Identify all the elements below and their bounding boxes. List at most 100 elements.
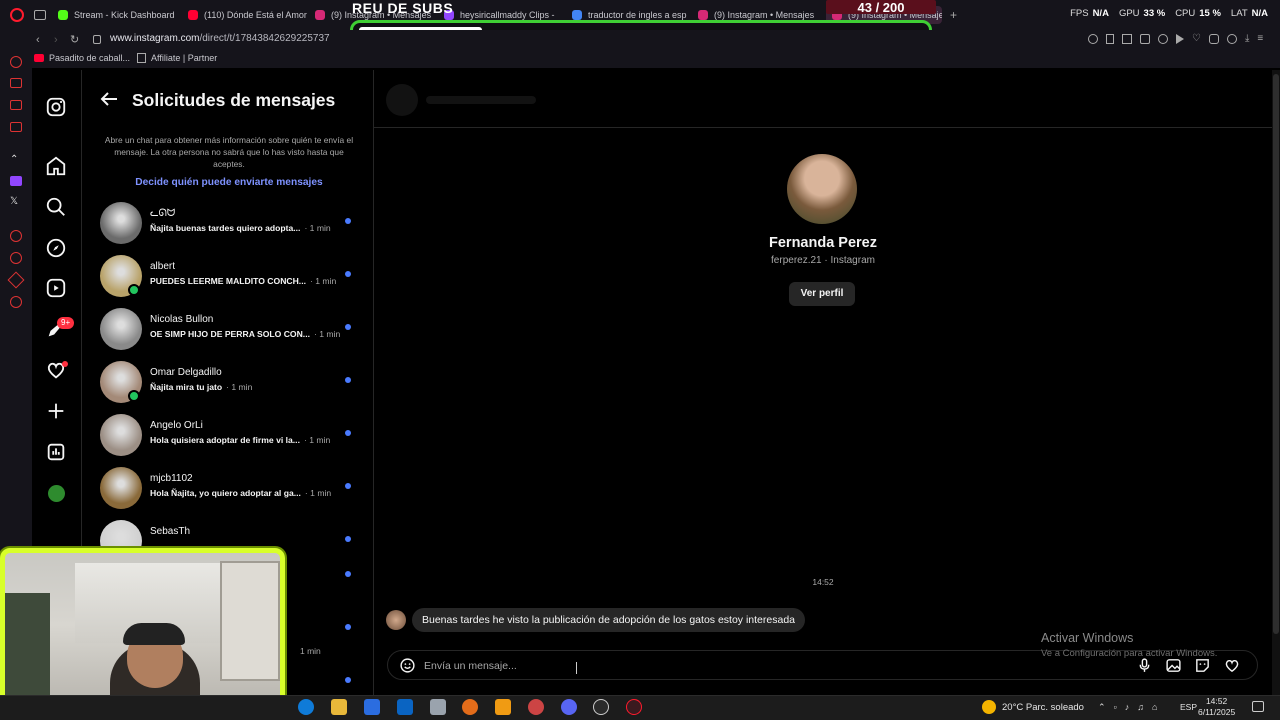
zoom-icon[interactable] xyxy=(1088,34,1098,44)
x-icon[interactable]: 𝕏 xyxy=(10,196,18,207)
who-can-message-link[interactable]: Decide quién puede enviarte mensajes xyxy=(100,177,358,188)
search-icon[interactable] xyxy=(45,196,67,218)
gallery-icon[interactable] xyxy=(1165,657,1182,674)
bag-icon[interactable] xyxy=(10,78,22,88)
play-icon[interactable] xyxy=(1176,34,1184,44)
notifications-tray-icon[interactable] xyxy=(1252,701,1264,712)
forward-icon[interactable]: › xyxy=(54,34,58,46)
unread-dot xyxy=(345,218,351,224)
chat-header xyxy=(374,70,1272,128)
request-item[interactable]: Omar Delgadillo Ñajita mira tu jato · 1 mi… xyxy=(82,359,372,412)
discord-icon[interactable] xyxy=(561,699,577,715)
request-item[interactable]: Nicolas Bullon OE SIMP HIJO DE PERRA SOLO… xyxy=(82,306,372,359)
unread-dot xyxy=(345,430,351,436)
clock-icon[interactable] xyxy=(10,252,22,264)
address-bar-row: ‹ › ↻ www.instagram.com/direct/t/1784384… xyxy=(0,30,1280,50)
browser-tab[interactable]: Stream - Kick Dashboard xyxy=(58,6,182,24)
tab-overview-icon[interactable] xyxy=(34,10,46,20)
store-icon[interactable] xyxy=(364,699,380,715)
arc-icon[interactable]: ⌃ xyxy=(10,154,18,165)
back-arrow-icon[interactable] xyxy=(100,91,118,107)
message-bubble[interactable]: Buenas tardes he visto la publicación de… xyxy=(412,608,805,632)
request-preview: PUEDES LEERME MALDITO CONCH... · 1 min xyxy=(150,276,350,286)
request-avatar[interactable] xyxy=(100,202,142,244)
instagram-logo-icon[interactable] xyxy=(45,96,67,118)
request-item[interactable]: Angelo OrLi Hola quisiera adoptar de firm… xyxy=(82,412,372,465)
tray-icons: ⌃ ▫ ♪ ♫ ⌂ xyxy=(1098,702,1157,713)
vlc-icon[interactable] xyxy=(495,699,511,715)
volume-icon[interactable]: ♫ xyxy=(1137,702,1144,713)
profile-avatar[interactable] xyxy=(787,154,857,224)
webcam-cap xyxy=(123,623,185,645)
record-icon[interactable] xyxy=(10,230,22,242)
app-icon[interactable] xyxy=(528,699,544,715)
extensions-icon[interactable] xyxy=(1208,34,1219,44)
request-avatar[interactable] xyxy=(100,414,142,456)
chevron-up-icon[interactable]: ⌃ xyxy=(1098,702,1106,713)
menu-icon[interactable]: ≡ xyxy=(1257,34,1263,44)
request-avatar[interactable] xyxy=(100,308,142,350)
message-input[interactable] xyxy=(424,657,1024,674)
page-scrollbar-thumb[interactable] xyxy=(1273,74,1279,634)
shield-icon[interactable] xyxy=(1140,34,1150,44)
page-scrollbar[interactable] xyxy=(1272,70,1280,695)
box-icon[interactable] xyxy=(10,122,22,132)
sticker-icon[interactable] xyxy=(1194,657,1211,674)
back-icon[interactable]: ‹ xyxy=(36,34,40,46)
heart-icon[interactable]: ♡ xyxy=(1192,34,1201,44)
reels-icon[interactable] xyxy=(45,277,67,299)
weather-text: 20°C Parc. soleado xyxy=(1002,701,1084,713)
message-sender-avatar[interactable] xyxy=(386,610,406,630)
diamond-icon[interactable] xyxy=(7,271,25,289)
mic-tray-icon[interactable]: ♪ xyxy=(1125,702,1130,713)
opera-logo-icon[interactable] xyxy=(10,8,24,22)
network-icon[interactable]: ⌂ xyxy=(1152,702,1157,713)
opera-gx-icon[interactable] xyxy=(626,699,642,715)
request-avatar[interactable] xyxy=(100,467,142,509)
screen: Stream - Kick Dashboard (110) Dónde Está … xyxy=(0,0,1280,720)
home-icon[interactable] xyxy=(45,155,67,177)
steam-icon[interactable] xyxy=(430,699,446,715)
request-item[interactable]: albert PUEDES LEERME MALDITO CONCH... · 1 … xyxy=(82,253,372,306)
twitch-icon[interactable] xyxy=(10,176,22,186)
dashboard-icon[interactable] xyxy=(45,441,67,463)
edge-icon[interactable] xyxy=(298,699,314,715)
snapshot-icon[interactable] xyxy=(1122,34,1132,44)
tab-label: (110) Dónde Está el Amor xyxy=(204,10,307,20)
vpn-icon[interactable] xyxy=(1158,34,1168,44)
request-item[interactable]: mjcb1102 Hola Ñajita, yo quiero adoptar a… xyxy=(82,465,372,518)
request-name: Angelo OrLi xyxy=(150,420,203,431)
outlook-icon[interactable] xyxy=(397,699,413,715)
bookmark-1[interactable]: Pasadito de caball... xyxy=(34,53,130,63)
weather-widget[interactable]: 20°C Parc. soleado xyxy=(982,700,1084,714)
microphone-icon[interactable] xyxy=(1136,657,1153,674)
settings-icon[interactable] xyxy=(10,296,22,308)
like-heart-icon[interactable] xyxy=(1223,657,1241,674)
explore-icon[interactable] xyxy=(45,237,67,259)
profile-icon[interactable] xyxy=(1226,34,1237,44)
stat-value: 15 % xyxy=(1199,8,1221,19)
download-icon[interactable]: ⤓ xyxy=(1245,34,1249,44)
lock-icon[interactable] xyxy=(93,35,101,44)
bookmark-2[interactable]: Affiliate | Partner xyxy=(137,53,217,63)
create-plus-icon[interactable] xyxy=(45,400,67,422)
new-tab-button[interactable]: + xyxy=(950,8,957,22)
file-explorer-icon[interactable] xyxy=(331,699,347,715)
profile-avatar-icon[interactable] xyxy=(48,485,65,502)
view-profile-button[interactable]: Ver perfil xyxy=(789,282,855,306)
request-item[interactable]: ᓚᘏᗢ Ñajita buenas tardes quiero adopta...… xyxy=(82,200,372,253)
browser-tab[interactable]: (110) Dónde Está el Amor xyxy=(188,6,308,24)
tray-app-icon[interactable]: ▫ xyxy=(1114,702,1117,713)
obs-icon[interactable] xyxy=(593,699,609,715)
firefox-icon[interactable] xyxy=(462,699,478,715)
stat-name: LAT xyxy=(1230,8,1248,19)
history-icon[interactable] xyxy=(10,56,22,68)
language-indicator[interactable]: ESP xyxy=(1180,702,1197,712)
emoji-icon[interactable] xyxy=(399,657,416,674)
pin-icon[interactable] xyxy=(1106,34,1114,44)
taskbar-clock[interactable]: 14:52 6/11/2025 xyxy=(1198,696,1235,718)
reload-icon[interactable]: ↻ xyxy=(70,33,79,46)
unread-dot xyxy=(345,271,351,277)
url-field[interactable]: www.instagram.com/direct/t/1784384262922… xyxy=(110,33,330,44)
messenger-icon[interactable] xyxy=(10,100,22,110)
